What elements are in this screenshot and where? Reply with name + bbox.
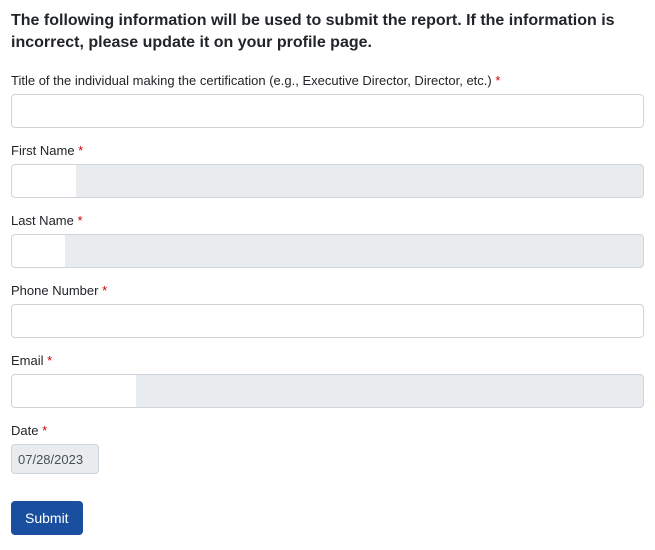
submit-button[interactable]: Submit (11, 501, 83, 535)
required-asterisk: * (78, 143, 83, 158)
first-name-input (11, 164, 644, 198)
date-label: Date * (11, 423, 644, 438)
title-input[interactable] (11, 94, 644, 128)
phone-label: Phone Number * (11, 283, 644, 298)
email-label: Email * (11, 353, 644, 368)
last-name-label: Last Name * (11, 213, 644, 228)
page-heading: The following information will be used t… (11, 10, 644, 53)
last-name-input (11, 234, 644, 268)
email-input (11, 374, 644, 408)
required-asterisk: * (102, 283, 107, 298)
required-asterisk: * (47, 353, 52, 368)
title-label: Title of the individual making the certi… (11, 73, 644, 88)
first-name-label: First Name * (11, 143, 644, 158)
phone-input[interactable] (11, 304, 644, 338)
required-asterisk: * (42, 423, 47, 438)
date-input (11, 444, 99, 474)
required-asterisk: * (495, 73, 500, 88)
required-asterisk: * (77, 213, 82, 228)
